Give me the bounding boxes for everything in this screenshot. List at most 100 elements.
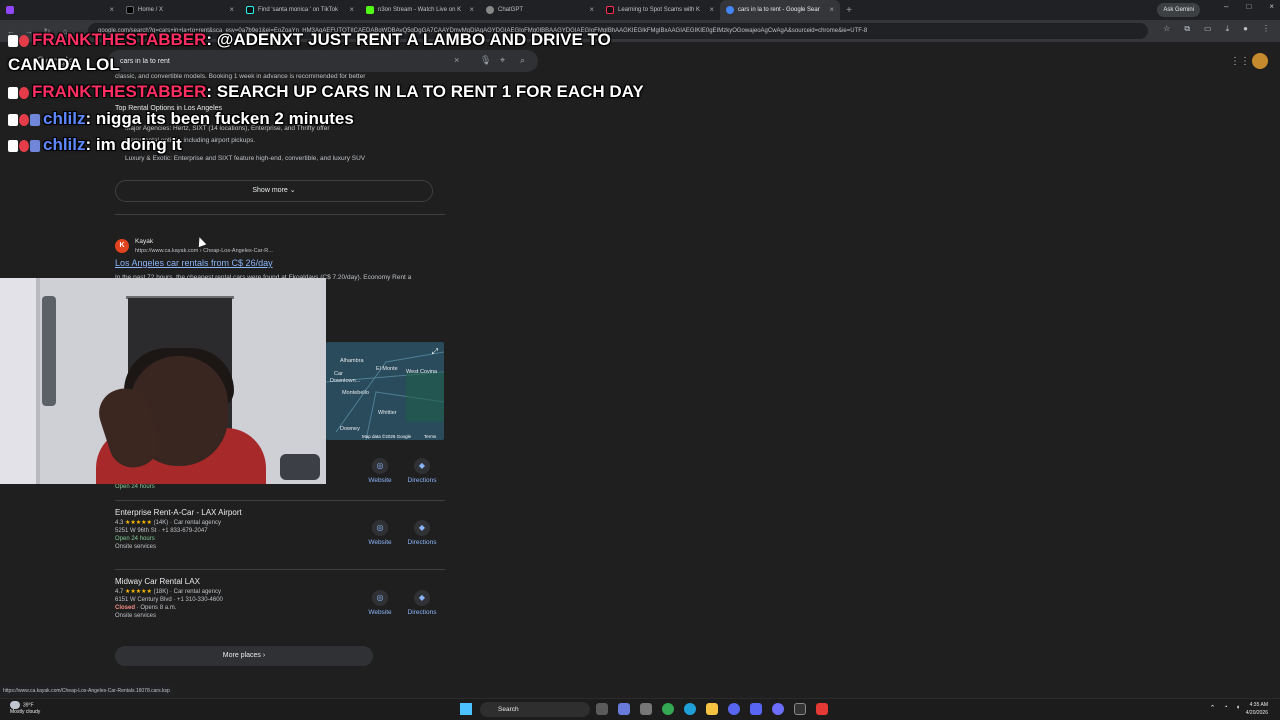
windows-start-icon[interactable] xyxy=(460,703,472,715)
lens-icon[interactable]: ⌖ xyxy=(500,55,505,66)
directions-button[interactable]: ◆ Directions xyxy=(402,458,442,484)
recorder-icon[interactable] xyxy=(816,703,828,715)
directions-icon: ◆ xyxy=(414,590,430,606)
tab-scams[interactable]: Learning to Spot Scams with K × xyxy=(600,0,720,20)
map-copyright: Map data ©2026 Google xyxy=(362,434,412,439)
edge-icon[interactable] xyxy=(684,703,696,715)
settings-icon[interactable] xyxy=(640,703,652,715)
minimize-icon[interactable]: – xyxy=(1224,2,1228,11)
twitch-icon xyxy=(6,6,14,14)
chevron-up-icon[interactable]: ⌃ xyxy=(1210,704,1216,712)
directions-button[interactable]: ◆ Directions xyxy=(402,590,442,616)
map-label: Car xyxy=(334,371,343,377)
weather-desc: Mostly cloudy xyxy=(10,709,41,716)
close-icon[interactable]: × xyxy=(469,5,474,14)
bars-badge-icon xyxy=(30,140,40,153)
tiktok-icon xyxy=(606,6,614,14)
close-icon[interactable]: × xyxy=(109,5,114,14)
bookmark-star-icon[interactable]: ☆ xyxy=(1163,24,1170,34)
globe-icon: ◎ xyxy=(372,520,388,536)
heart-badge-icon xyxy=(19,140,29,153)
extensions-puzzle-icon[interactable]: ⧉ xyxy=(1184,24,1190,34)
tiktok-icon xyxy=(246,6,254,14)
chat-badges xyxy=(8,136,41,156)
tab-kick[interactable]: n3on Stream - Watch Live on K × xyxy=(360,0,480,20)
close-icon[interactable]: × xyxy=(829,5,834,14)
sword-badge-icon xyxy=(8,87,18,100)
place-name[interactable]: Midway Car Rental LAX xyxy=(115,577,445,586)
website-button[interactable]: ◎ Website xyxy=(360,458,400,484)
close-window-icon[interactable]: × xyxy=(1269,2,1274,11)
folder-icon[interactable] xyxy=(706,703,718,715)
file-explorer-icon[interactable] xyxy=(596,703,608,715)
map-terms[interactable]: Terms xyxy=(424,434,436,439)
tab-google-search[interactable]: cars in la to rent - Google Sear × xyxy=(720,0,840,20)
microphone-icon[interactable]: 🎙︎ xyxy=(480,55,491,66)
stars-icon: ★★★★★ xyxy=(125,520,152,526)
search-input[interactable] xyxy=(120,54,440,68)
chat-message: FRANKTHESTABBER: @ADENXT JUST RENT A LAM… xyxy=(8,30,611,51)
taskbar-clock[interactable]: 4:35 AM 4/20/2026 xyxy=(1246,701,1268,717)
divider xyxy=(115,214,445,215)
more-places-button[interactable]: More places › xyxy=(115,646,373,666)
mouse-cursor-icon xyxy=(195,235,207,248)
avatar[interactable] xyxy=(1252,53,1268,69)
close-icon[interactable]: × xyxy=(709,5,714,14)
new-tab-button[interactable]: + xyxy=(840,5,858,16)
taskbar-search[interactable]: Search xyxy=(480,702,590,717)
website-button[interactable]: ◎ Website xyxy=(360,590,400,616)
result-site-name: Kayak xyxy=(135,238,154,245)
places-map[interactable]: Alhambra El Monte West Covina Car Downto… xyxy=(326,342,444,440)
kick-icon xyxy=(366,6,374,14)
app-icon[interactable] xyxy=(728,703,740,715)
result-url[interactable]: https://www.ca.kayak.com › Cheap-Los-Ang… xyxy=(135,248,273,254)
tab-chatgpt[interactable]: ChatGPT × xyxy=(480,0,600,20)
directions-button[interactable]: ◆ Directions xyxy=(402,520,442,546)
copilot-icon[interactable] xyxy=(618,703,630,715)
more-places-label: More places xyxy=(222,652,261,659)
expand-map-icon[interactable]: ⤢ xyxy=(432,347,438,357)
tab-tiktok[interactable]: Find 'santa monica ' on TikTok × xyxy=(240,0,360,20)
result-title-link[interactable]: Los Angeles car rentals from C$ 26/day xyxy=(115,258,273,268)
profile-icon[interactable]: ● xyxy=(1243,24,1248,34)
website-label: Website xyxy=(368,539,392,546)
chat-text: : im doing it xyxy=(85,135,182,154)
download-icon[interactable]: ⤓ xyxy=(1226,24,1230,34)
directions-label: Directions xyxy=(407,539,437,546)
volume-icon[interactable]: ◖ xyxy=(1236,704,1240,712)
ask-gemini-button[interactable]: Ask Gemini xyxy=(1157,3,1200,17)
google-apps-icon[interactable]: ⋮⋮ xyxy=(1230,56,1250,67)
maximize-icon[interactable]: □ xyxy=(1246,2,1251,11)
map-label: Alhambra xyxy=(340,358,364,364)
chat-text: : SEARCH UP CARS IN LA TO RENT 1 FOR EAC… xyxy=(206,82,644,101)
chat-badges xyxy=(8,110,41,130)
chat-username: chlilz xyxy=(43,109,86,128)
discord-icon[interactable] xyxy=(750,703,762,715)
show-more-button[interactable]: Show more ⌄ xyxy=(115,180,433,202)
close-icon[interactable]: × xyxy=(229,5,234,14)
website-button[interactable]: ◎ Website xyxy=(360,520,400,546)
clear-icon[interactable]: × xyxy=(454,55,459,65)
system-tray: ⌃ ◔ ◖ xyxy=(1210,704,1240,712)
menu-icon[interactable]: ⋮ xyxy=(1262,24,1270,34)
network-icon[interactable]: ◔ xyxy=(1224,704,1228,712)
closed-label: Closed xyxy=(115,605,136,611)
chat-username: FRANKTHESTABBER xyxy=(32,82,207,101)
terminal-icon[interactable] xyxy=(794,703,806,715)
tab-x[interactable]: Home / X × xyxy=(120,0,240,20)
directions-icon: ◆ xyxy=(414,520,430,536)
chat-message: FRANKTHESTABBER: SEARCH UP CARS IN LA TO… xyxy=(8,82,644,103)
weather-widget[interactable]: 39°F Mostly cloudy xyxy=(10,701,40,716)
tab-twitch[interactable]: × xyxy=(0,0,120,20)
chrome-icon[interactable] xyxy=(662,703,674,715)
search-icon[interactable]: ⌕ xyxy=(520,55,525,66)
app-icon[interactable] xyxy=(772,703,784,715)
close-icon[interactable]: × xyxy=(589,5,594,14)
webcam-coat xyxy=(42,296,56,406)
sidebar-icon[interactable]: ▭ xyxy=(1204,24,1212,34)
close-icon[interactable]: × xyxy=(349,5,354,14)
place-name[interactable]: Enterprise Rent-A-Car - LAX Airport xyxy=(115,508,445,517)
tab-label: Learning to Spot Scams with K xyxy=(618,7,701,13)
chat-message-continuation: CANADA LOL xyxy=(8,55,120,74)
map-label: West Covina xyxy=(406,369,438,375)
